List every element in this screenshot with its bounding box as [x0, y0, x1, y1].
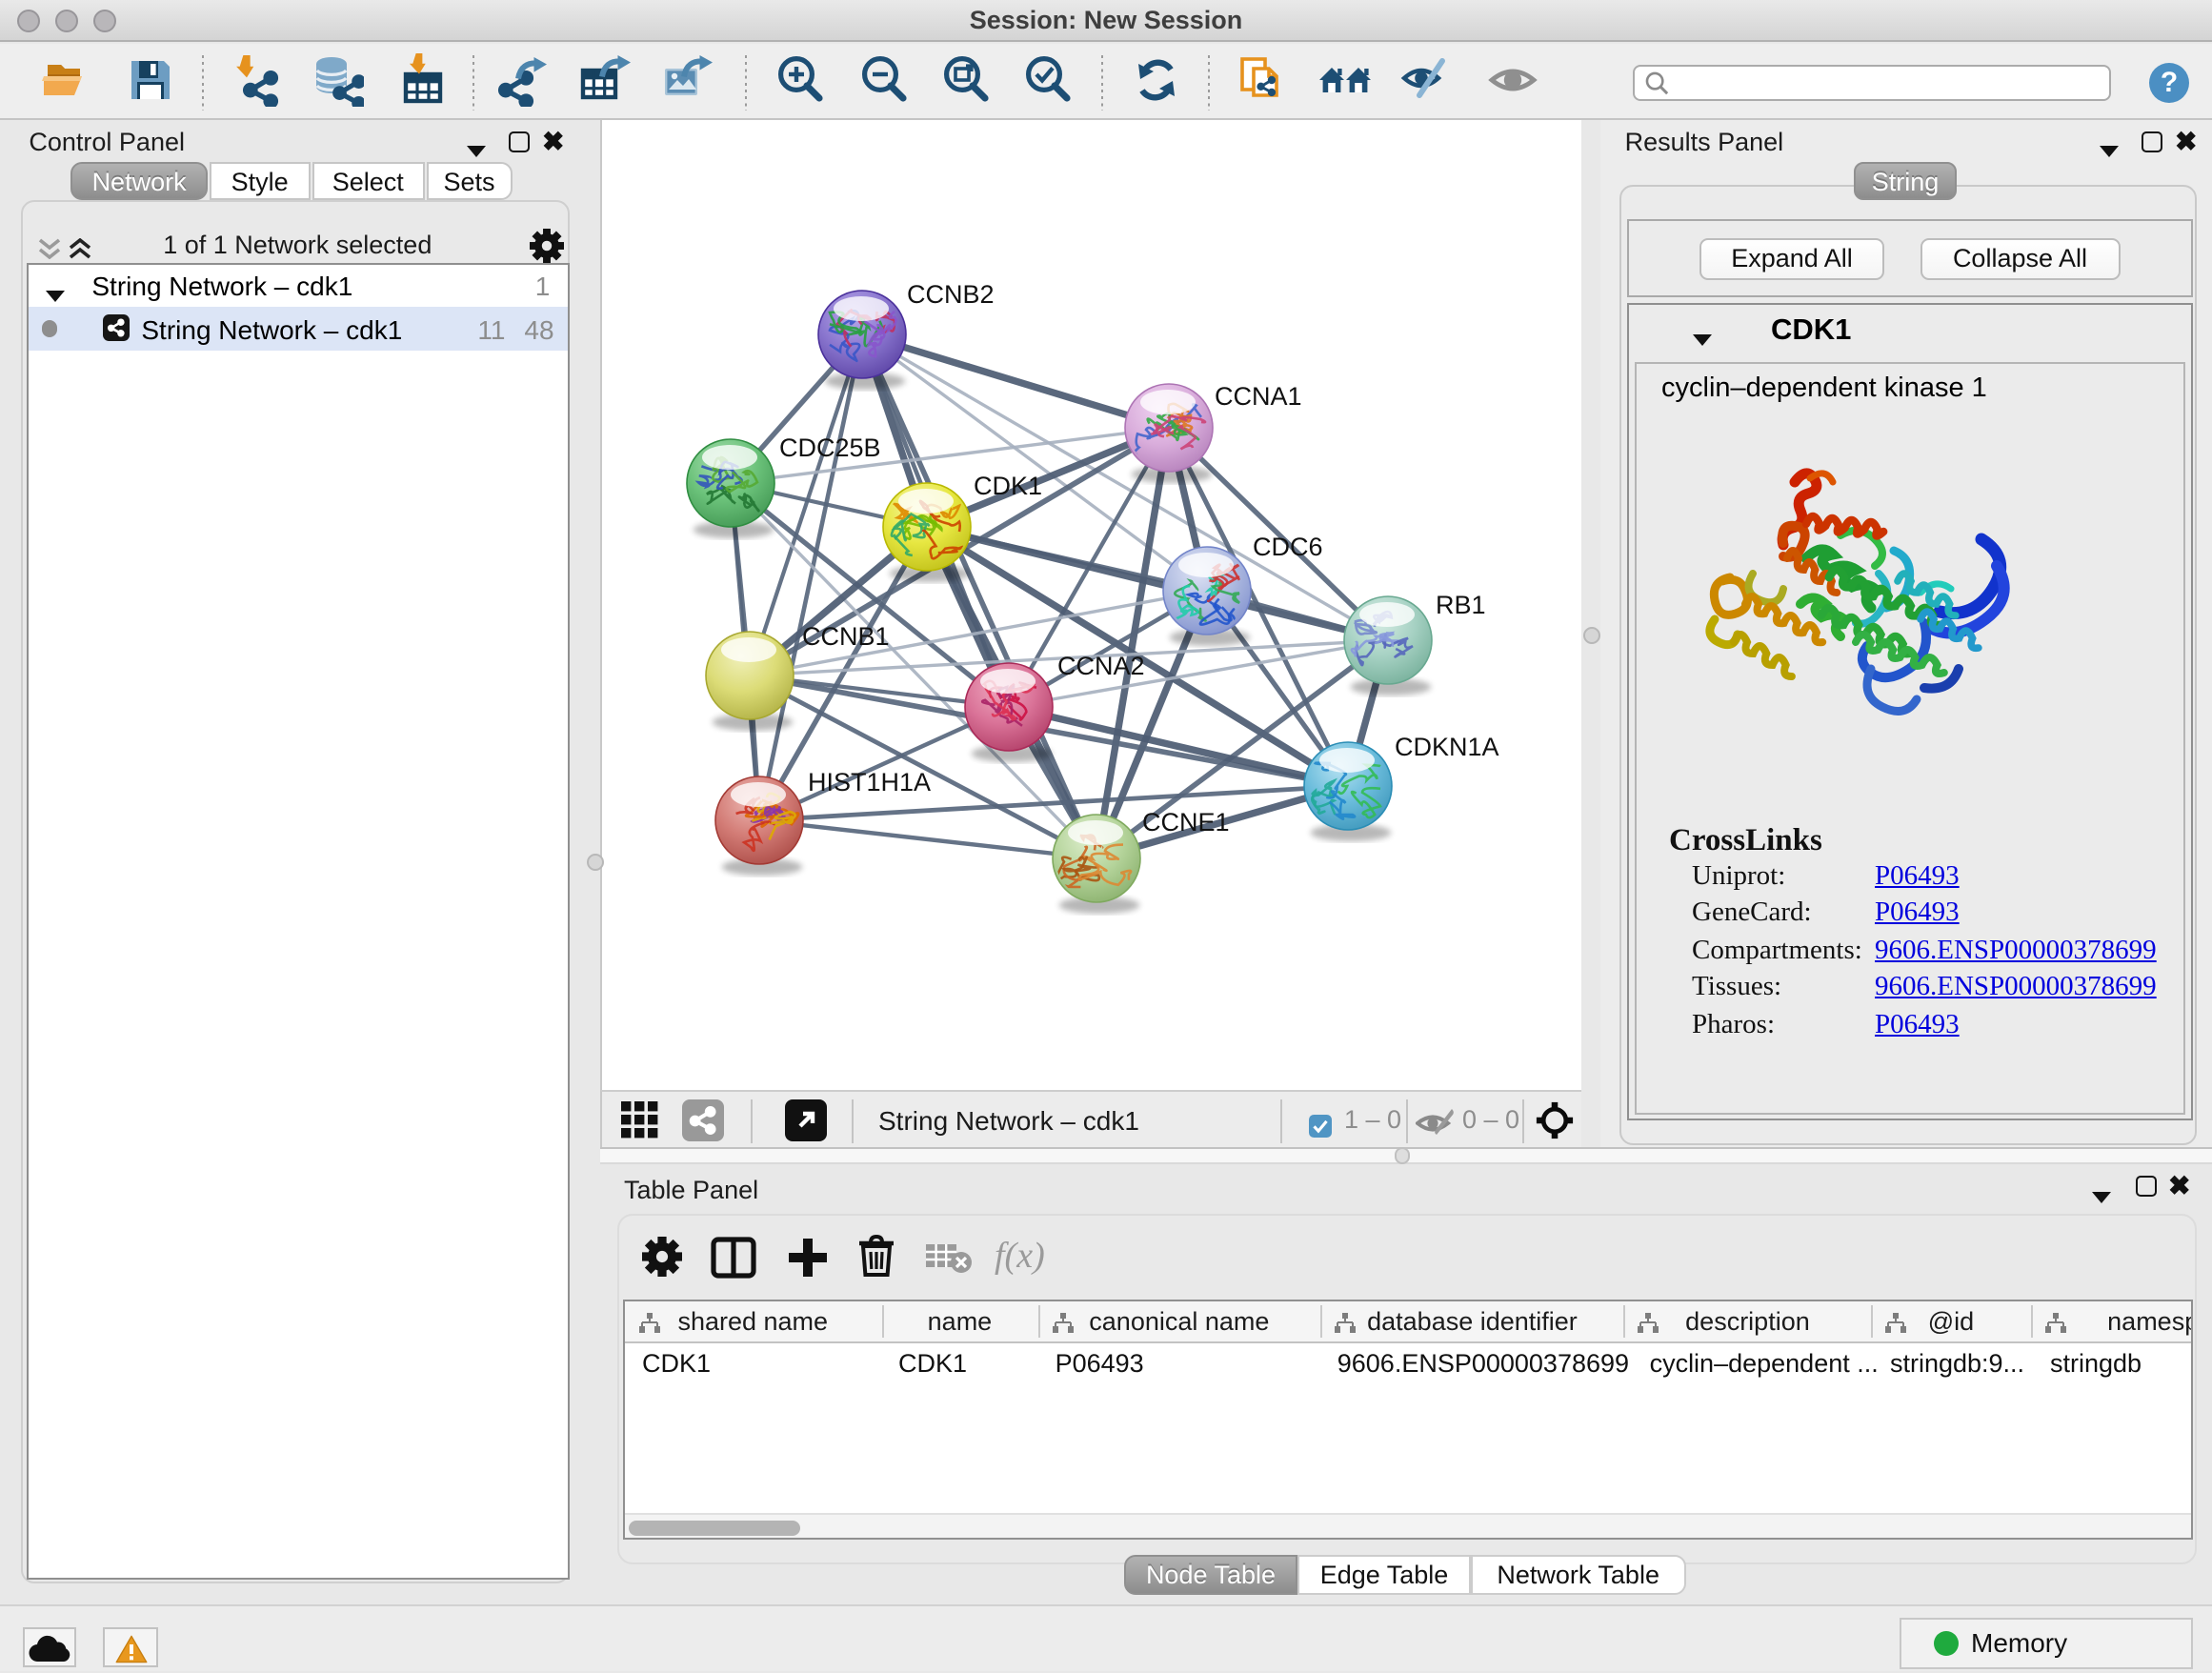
svg-text:CCNA2: CCNA2: [1056, 651, 1144, 679]
svg-text:CCNB2: CCNB2: [906, 279, 994, 308]
svg-text:CDK1: CDK1: [973, 471, 1041, 499]
svg-text:CCNB1: CCNB1: [801, 621, 889, 650]
svg-text:HIST1H1A: HIST1H1A: [807, 767, 930, 796]
svg-text:CCNA1: CCNA1: [1214, 381, 1301, 410]
svg-text:CDC25B: CDC25B: [778, 433, 880, 461]
svg-text:CDC6: CDC6: [1252, 532, 1322, 560]
svg-text:RB1: RB1: [1435, 590, 1485, 618]
svg-text:CCNE1: CCNE1: [1141, 807, 1229, 836]
svg-text:f(x): f(x): [994, 1237, 1044, 1277]
svg-text:CDKN1A: CDKN1A: [1394, 732, 1498, 760]
